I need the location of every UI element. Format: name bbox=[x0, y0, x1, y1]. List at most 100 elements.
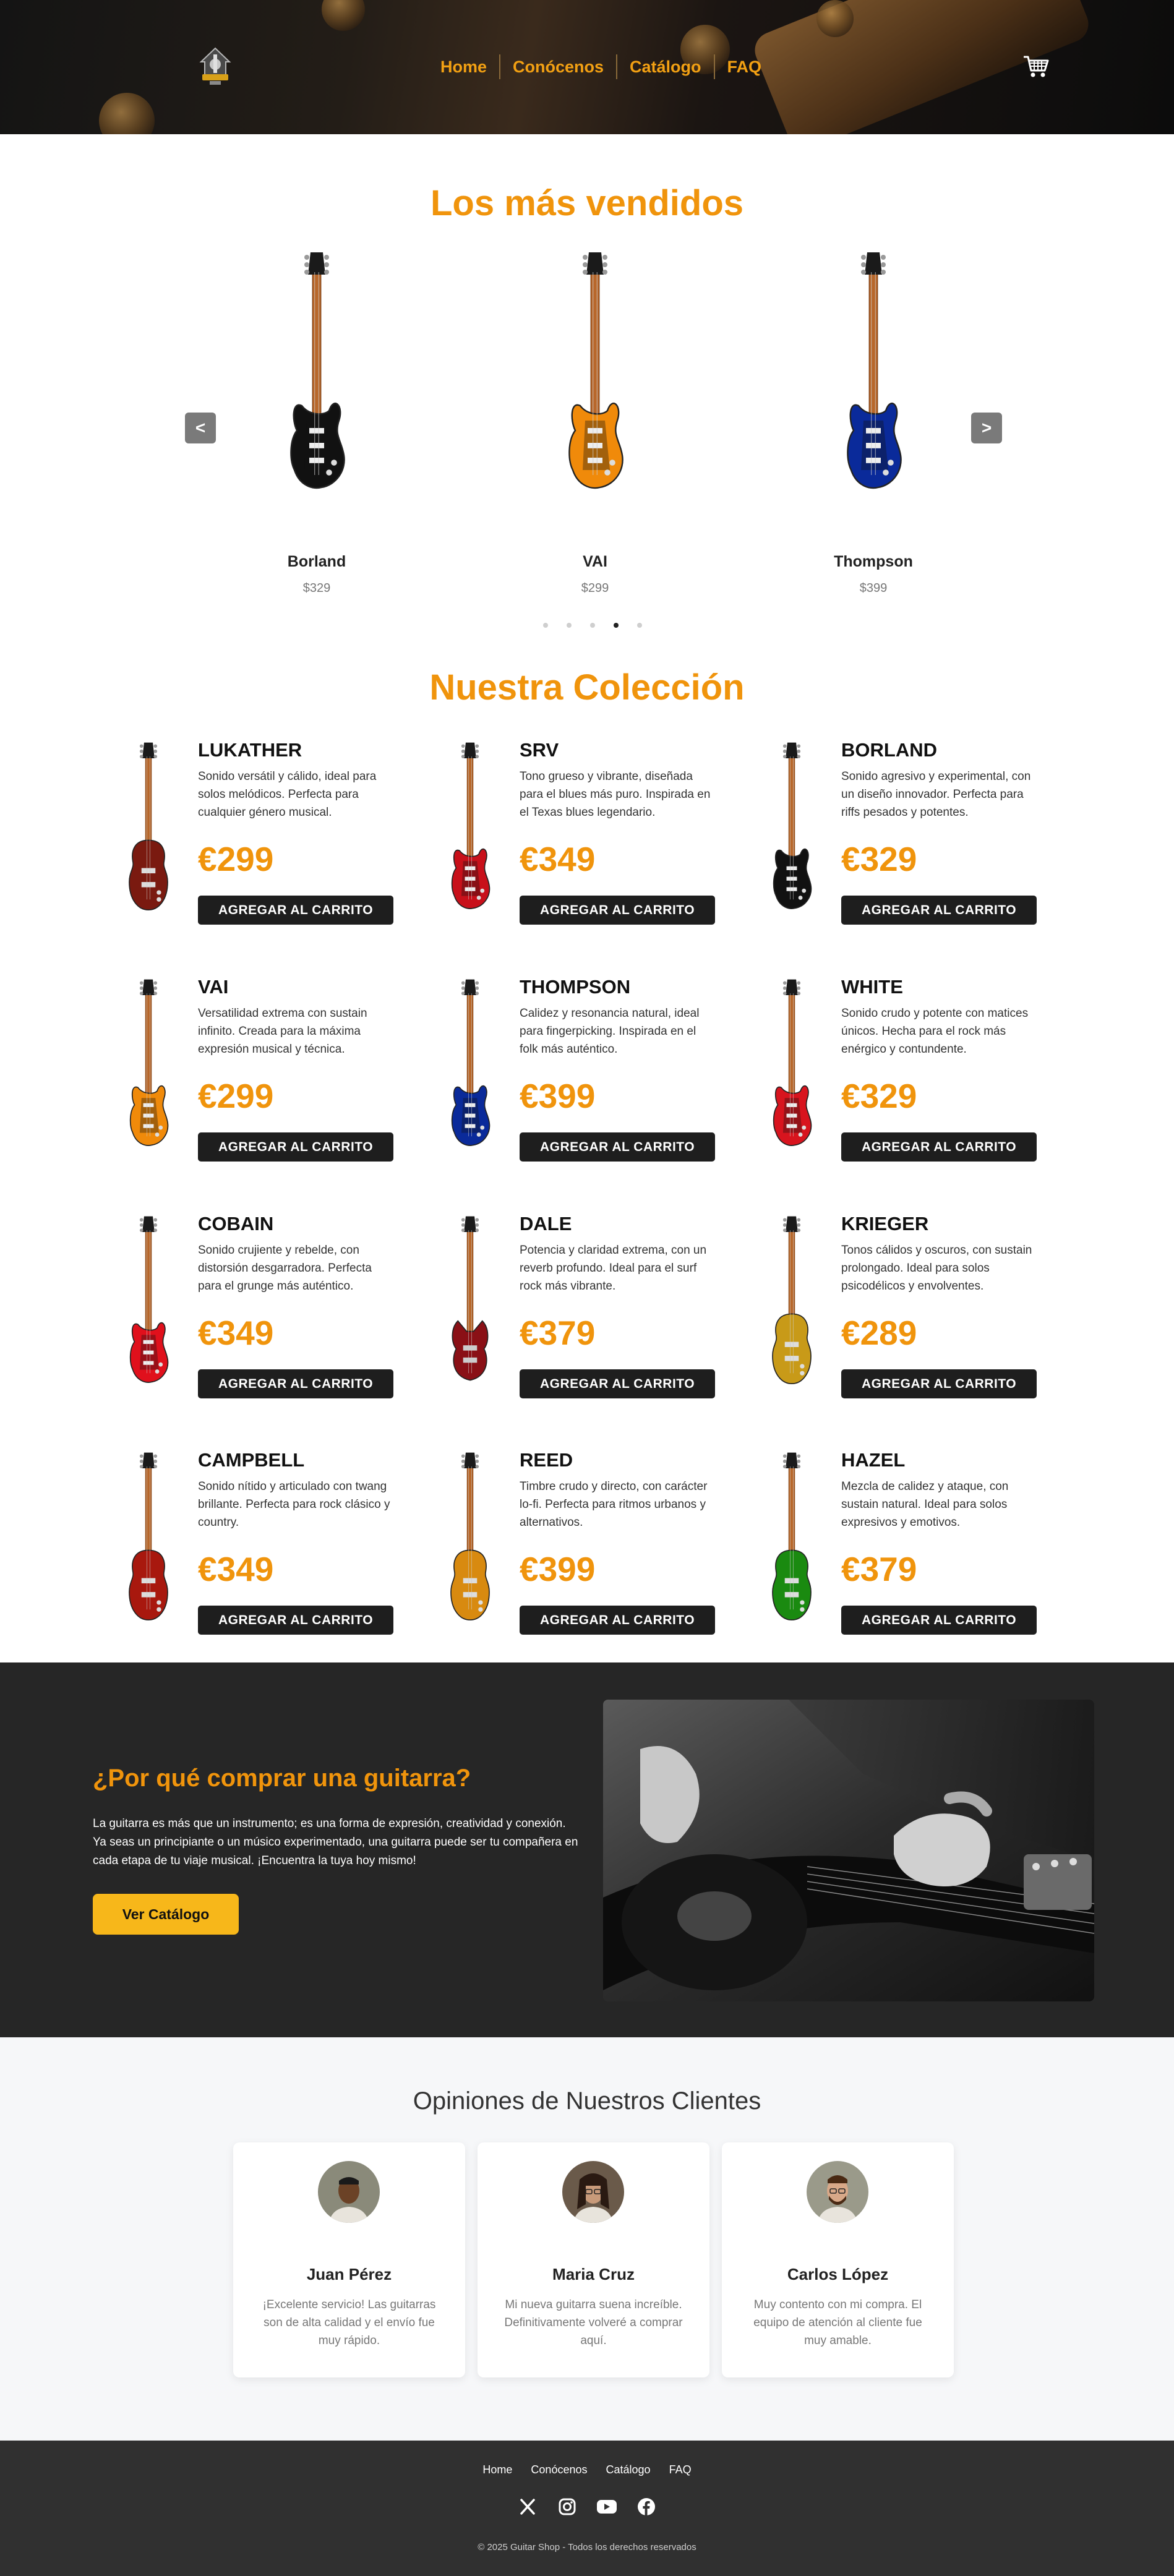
product-card: SRV Tono grueso y vibrante, diseñada para… bbox=[427, 739, 748, 943]
why-text: La guitarra es más que un instrumento; e… bbox=[93, 1817, 578, 1867]
product-description: Mezcla de calidez y ataque, con sustain … bbox=[841, 1480, 1009, 1529]
add-to-cart-button[interactable]: AGREGAR AL CARRITO bbox=[841, 1132, 1037, 1162]
product-name: KRIEGER bbox=[841, 1213, 929, 1235]
product-image[interactable] bbox=[105, 976, 192, 1168]
product-image[interactable] bbox=[748, 1213, 835, 1405]
carousel-item-guitar-image[interactable] bbox=[502, 247, 688, 520]
carousel-dot-active[interactable] bbox=[614, 623, 619, 628]
testimonial-text: Muy contento con mi compra. El equipo de… bbox=[753, 2298, 922, 2347]
social-links bbox=[0, 2496, 1174, 2517]
testimonial-text: ¡Excelente servicio! Las guitarras son d… bbox=[262, 2298, 436, 2347]
carousel-dot[interactable] bbox=[590, 623, 595, 628]
product-price: €299 bbox=[198, 1077, 274, 1115]
product-card: VAI Versatilidad extrema con sustain infi… bbox=[105, 976, 427, 1180]
add-to-cart-button[interactable]: AGREGAR AL CARRITO bbox=[841, 1369, 1037, 1398]
guitar-player-photo bbox=[603, 1700, 1094, 2001]
product-name: COBAIN bbox=[198, 1213, 274, 1235]
testimonial-name: Maria Cruz bbox=[552, 2265, 635, 2283]
carousel-item-price: $329 bbox=[302, 581, 331, 595]
product-description: Versatilidad extrema con sustain infinit… bbox=[198, 1007, 367, 1056]
product-card: REED Timbre crudo y directo, con carácter… bbox=[427, 1449, 748, 1653]
site-footer: Home Conócenos Catálogo FAQ © 2025 Guita… bbox=[0, 2441, 1174, 2576]
facebook-icon[interactable] bbox=[636, 2496, 657, 2517]
product-price: €289 bbox=[841, 1314, 917, 1352]
product-name: REED bbox=[520, 1449, 573, 1471]
carousel-item-name: Thompson bbox=[834, 553, 913, 570]
add-to-cart-button[interactable]: AGREGAR AL CARRITO bbox=[198, 1606, 393, 1635]
footer-link-home[interactable]: Home bbox=[482, 2463, 512, 2476]
product-card: HAZEL Mezcla de calidez y ataque, con sus… bbox=[748, 1449, 1070, 1653]
carousel-item-name: Borland bbox=[287, 553, 346, 570]
product-image[interactable] bbox=[105, 739, 192, 931]
carousel-item-price: $299 bbox=[581, 581, 609, 595]
product-image[interactable] bbox=[427, 1449, 513, 1641]
product-card: DALE Potencia y claridad extrema, con un … bbox=[427, 1213, 748, 1417]
testimonial-card: Carlos López Muy contento con mi compra.… bbox=[722, 2142, 954, 2377]
product-image[interactable] bbox=[427, 1213, 513, 1405]
youtube-icon[interactable] bbox=[596, 2496, 617, 2517]
product-description: Potencia y claridad extrema, con un reve… bbox=[520, 1244, 707, 1293]
add-to-cart-button[interactable]: AGREGAR AL CARRITO bbox=[520, 896, 715, 925]
product-description: Calidez y resonancia natural, ideal para… bbox=[520, 1007, 700, 1056]
testimonial-card: Juan Pérez ¡Excelente servicio! Las guit… bbox=[233, 2142, 465, 2377]
add-to-cart-button[interactable]: AGREGAR AL CARRITO bbox=[198, 1369, 393, 1398]
product-card: WHITE Sonido crudo y potente con matices … bbox=[748, 976, 1070, 1180]
view-catalog-button[interactable]: Ver Catálogo bbox=[93, 1894, 239, 1935]
add-to-cart-button[interactable]: AGREGAR AL CARRITO bbox=[198, 1132, 393, 1162]
product-description: Tonos cálidos y oscuros, con sustain pro… bbox=[841, 1244, 1032, 1293]
carousel-dot[interactable] bbox=[567, 623, 572, 628]
product-name: THOMPSON bbox=[520, 976, 631, 998]
copyright: © 2025 Guitar Shop - Todos los derechos … bbox=[478, 2542, 696, 2552]
product-price: €329 bbox=[841, 1077, 917, 1115]
add-to-cart-button[interactable]: AGREGAR AL CARRITO bbox=[520, 1132, 715, 1162]
footer-link-faq[interactable]: FAQ bbox=[669, 2463, 692, 2476]
product-description: Sonido agresivo y experimental, con un d… bbox=[841, 770, 1031, 819]
product-image[interactable] bbox=[105, 1213, 192, 1405]
add-to-cart-button[interactable]: AGREGAR AL CARRITO bbox=[520, 1606, 715, 1635]
product-card: THOMPSON Calidez y resonancia natural, id… bbox=[427, 976, 748, 1180]
product-image[interactable] bbox=[105, 1449, 192, 1641]
add-to-cart-button[interactable]: AGREGAR AL CARRITO bbox=[841, 896, 1037, 925]
bestsellers-section: Los más vendidos < > Borland VAI Thompso… bbox=[0, 0, 1174, 649]
product-image[interactable] bbox=[427, 739, 513, 931]
product-name: HAZEL bbox=[841, 1449, 906, 1471]
product-name: LUKATHER bbox=[198, 739, 302, 761]
why-title: ¿Por qué comprar una guitarra? bbox=[93, 1765, 471, 1792]
product-image[interactable] bbox=[427, 976, 513, 1168]
add-to-cart-button[interactable]: AGREGAR AL CARRITO bbox=[841, 1606, 1037, 1635]
carousel-item-name: VAI bbox=[583, 553, 607, 570]
product-name: DALE bbox=[520, 1213, 572, 1235]
avatar bbox=[807, 2161, 868, 2223]
collection-title: Nuestra Colección bbox=[429, 667, 745, 708]
x-icon[interactable] bbox=[517, 2496, 538, 2517]
product-image[interactable] bbox=[748, 1449, 835, 1641]
carousel-dot[interactable] bbox=[637, 623, 642, 628]
product-image[interactable] bbox=[748, 739, 835, 931]
carousel-dot[interactable] bbox=[543, 623, 548, 628]
avatar bbox=[318, 2161, 380, 2223]
carousel-next-button[interactable]: > bbox=[971, 413, 1002, 443]
carousel-item-guitar-image[interactable] bbox=[224, 247, 409, 520]
product-description: Sonido versátil y cálido, ideal para sol… bbox=[198, 770, 377, 819]
product-image[interactable] bbox=[748, 976, 835, 1168]
footer-link-catalogo[interactable]: Catálogo bbox=[606, 2463, 651, 2476]
footer-nav: Home Conócenos Catálogo FAQ bbox=[0, 2463, 1174, 2476]
product-description: Sonido nítido y articulado con twang bri… bbox=[198, 1480, 390, 1529]
product-price: €399 bbox=[520, 1550, 596, 1588]
product-description: Timbre crudo y directo, con carácter lo-… bbox=[520, 1480, 708, 1529]
product-description: Tono grueso y vibrante, diseñada para el… bbox=[520, 770, 711, 819]
add-to-cart-button[interactable]: AGREGAR AL CARRITO bbox=[520, 1369, 715, 1398]
product-description: Sonido crudo y potente con matices único… bbox=[841, 1007, 1029, 1056]
why-buy-section: ¿Por qué comprar una guitarra? La guitar… bbox=[0, 1662, 1174, 2037]
footer-link-conocenos[interactable]: Conócenos bbox=[531, 2463, 587, 2476]
avatar bbox=[562, 2161, 624, 2223]
add-to-cart-button[interactable]: AGREGAR AL CARRITO bbox=[198, 896, 393, 925]
carousel-prev-button[interactable]: < bbox=[185, 413, 216, 443]
product-price: €379 bbox=[520, 1314, 596, 1352]
carousel-item-guitar-image[interactable] bbox=[781, 247, 966, 520]
product-card: BORLAND Sonido agresivo y experimental, c… bbox=[748, 739, 1070, 943]
instagram-icon[interactable] bbox=[557, 2496, 578, 2517]
product-price: €349 bbox=[198, 1314, 274, 1352]
product-card: LUKATHER Sonido versátil y cálido, ideal … bbox=[105, 739, 427, 943]
product-name: SRV bbox=[520, 739, 559, 761]
